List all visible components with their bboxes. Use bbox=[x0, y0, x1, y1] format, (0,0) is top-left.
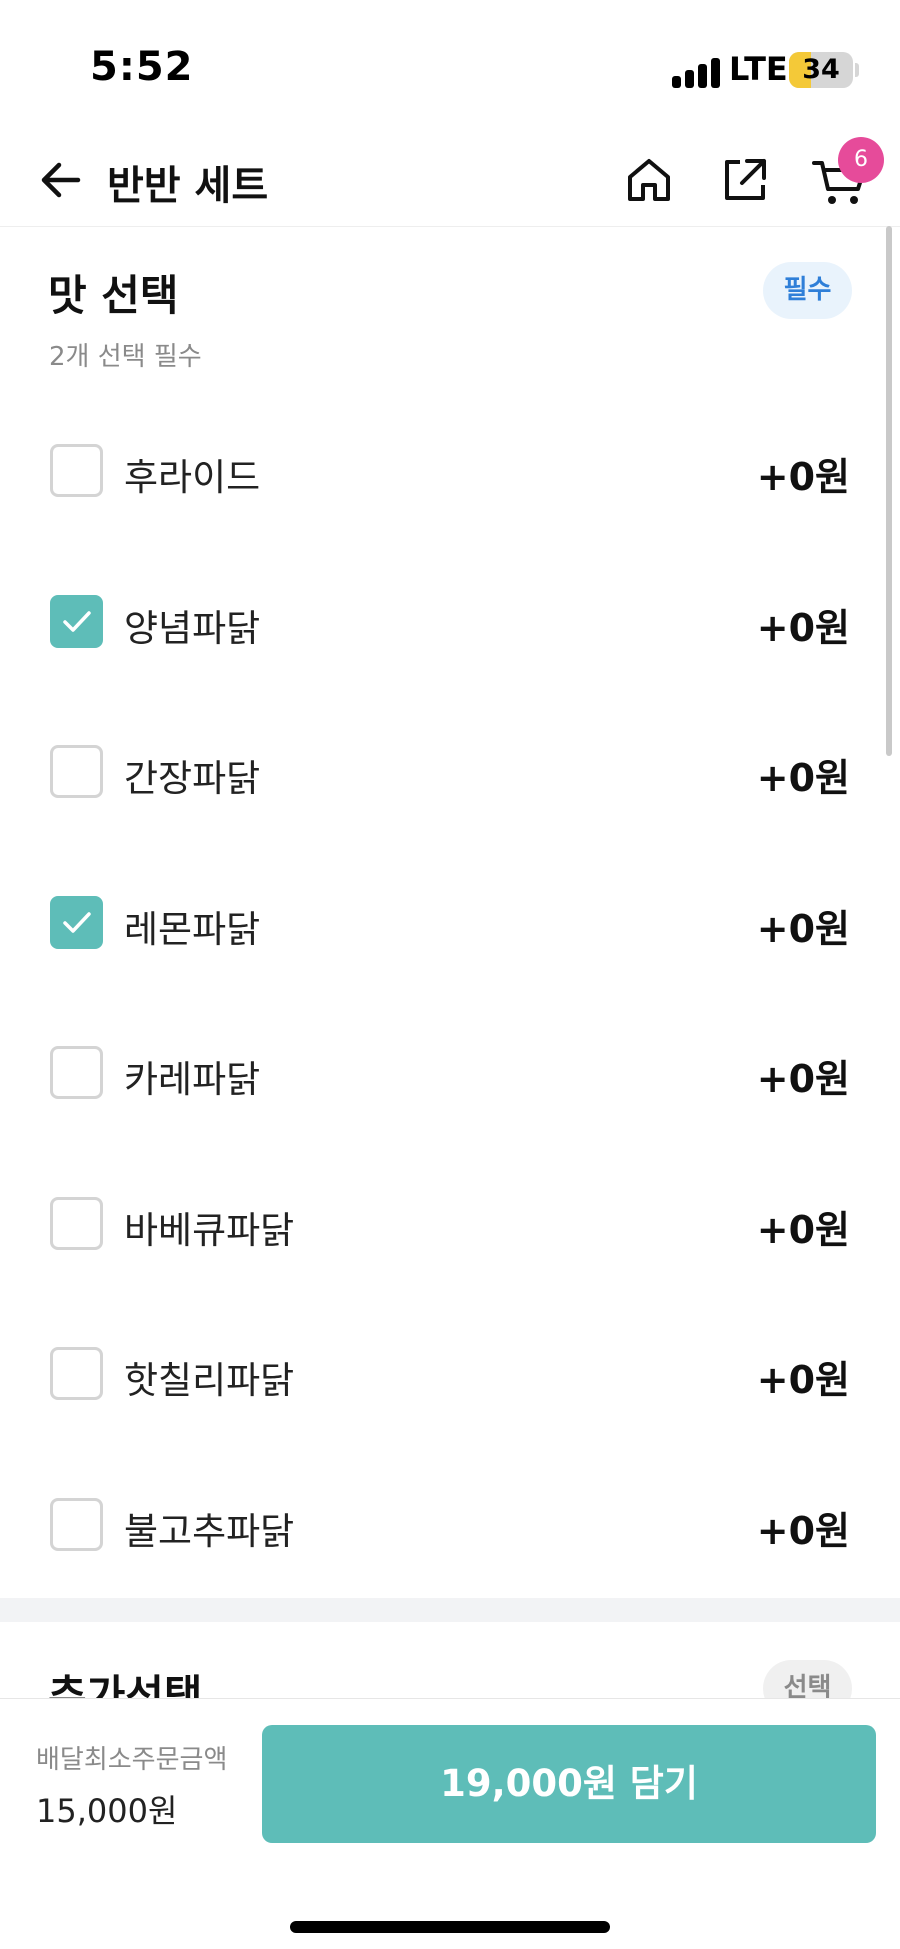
page-title: 반반 세트 bbox=[107, 163, 269, 209]
arrow-left-icon bbox=[41, 162, 81, 198]
section2-title: 추가선택 bbox=[48, 1671, 203, 1698]
status-time: 5:52 bbox=[90, 44, 194, 90]
option-row[interactable]: 양념파닭 +0원 bbox=[0, 571, 900, 671]
home-indicator bbox=[290, 1921, 610, 1933]
option-row[interactable]: 카레파닭 +0원 bbox=[0, 1022, 900, 1122]
section2-header: 추가선택 선택 bbox=[0, 1622, 900, 1698]
option-checkbox[interactable] bbox=[50, 1347, 103, 1400]
bottom-bar: 배달최소주문금액 15,000원 19,000원 담기 bbox=[0, 1698, 900, 1949]
option-label: 레몬파닭 bbox=[124, 908, 261, 951]
option-checkbox[interactable] bbox=[50, 595, 103, 648]
checkmark-icon bbox=[63, 611, 91, 632]
section-subtitle: 2개 선택 필수 bbox=[49, 342, 202, 372]
option-label: 간장파닭 bbox=[124, 757, 261, 800]
option-row[interactable]: 바베큐파닭 +0원 bbox=[0, 1173, 900, 1273]
option-row[interactable]: 불고추파닭 +0원 bbox=[0, 1474, 900, 1574]
option-label: 카레파닭 bbox=[124, 1058, 261, 1101]
nav-bar: 반반 세트 bbox=[0, 135, 900, 227]
share-icon bbox=[725, 159, 766, 200]
option-label: 핫칠리파닭 bbox=[124, 1359, 295, 1402]
battery-cap bbox=[855, 63, 859, 77]
option-row[interactable]: 핫칠리파닭 +0원 bbox=[0, 1323, 900, 1423]
option-price: +0원 bbox=[756, 1057, 850, 1101]
section-divider bbox=[0, 1598, 900, 1622]
status-bar: 5:52 LTE 34 bbox=[0, 0, 900, 135]
option-label: 불고추파닭 bbox=[124, 1510, 295, 1553]
add-to-cart-button[interactable]: 19,000원 담기 bbox=[262, 1725, 876, 1843]
min-order-value: 15,000원 bbox=[36, 1792, 178, 1830]
option-checkbox[interactable] bbox=[50, 1046, 103, 1099]
network-label: LTE bbox=[729, 50, 788, 88]
battery-level: 34 bbox=[802, 54, 840, 85]
required-badge: 필수 bbox=[763, 262, 852, 319]
cart-count-badge: 6 bbox=[838, 137, 884, 183]
option-label: 후라이드 bbox=[124, 456, 261, 499]
option-checkbox[interactable] bbox=[50, 1197, 103, 1250]
option-label: 바베큐파닭 bbox=[124, 1209, 295, 1252]
home-button[interactable] bbox=[622, 153, 676, 207]
option-row[interactable]: 간장파닭 +0원 bbox=[0, 721, 900, 821]
option-checkbox[interactable] bbox=[50, 444, 103, 497]
option-checkbox[interactable] bbox=[50, 1498, 103, 1551]
option-price: +0원 bbox=[756, 1509, 850, 1553]
option-checkbox[interactable] bbox=[50, 896, 103, 949]
section-title: 맛 선택 bbox=[48, 271, 179, 320]
option-price: +0원 bbox=[756, 1208, 850, 1252]
option-checkbox[interactable] bbox=[50, 745, 103, 798]
option-price: +0원 bbox=[756, 455, 850, 499]
back-button[interactable] bbox=[36, 155, 86, 205]
checkmark-icon bbox=[63, 912, 91, 933]
option-price: +0원 bbox=[756, 756, 850, 800]
option-price: +0원 bbox=[756, 1358, 850, 1402]
battery-icon: 34 bbox=[789, 52, 853, 88]
option-price: +0원 bbox=[756, 606, 850, 650]
option-row[interactable]: 레몬파닭 +0원 bbox=[0, 872, 900, 972]
signal-icon bbox=[672, 58, 720, 88]
option-label: 양념파닭 bbox=[124, 607, 261, 650]
optional-badge: 선택 bbox=[763, 1660, 852, 1698]
home-icon bbox=[628, 159, 670, 201]
option-price: +0원 bbox=[756, 907, 850, 951]
share-button[interactable] bbox=[718, 153, 772, 207]
min-order-label: 배달최소주문금액 bbox=[36, 1745, 228, 1775]
option-row[interactable]: 후라이드 +0원 bbox=[0, 420, 900, 520]
